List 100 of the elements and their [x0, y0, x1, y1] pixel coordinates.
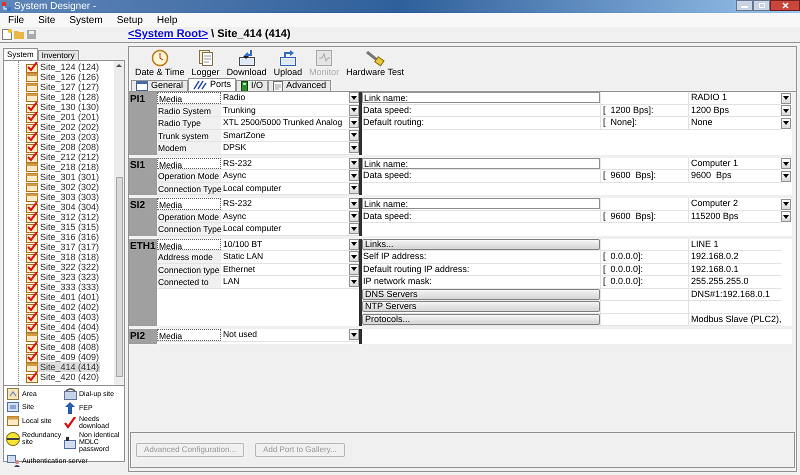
person-computer-icon [6, 455, 20, 467]
toolbar-button[interactable]: Logger [192, 49, 220, 77]
tree-item[interactable]: Site_312 (312) [26, 212, 100, 222]
tree-item[interactable]: Site_124 (124) [26, 62, 100, 72]
tree-item[interactable]: Site_127 (127) [26, 82, 100, 92]
tree-item[interactable]: Site_405 (405) [26, 332, 100, 342]
tree-item[interactable]: Site_402 (402) [26, 302, 100, 312]
menu-item[interactable]: File [8, 12, 24, 28]
new-file-icon[interactable] [2, 29, 12, 40]
toolbar-button[interactable]: Upload [274, 49, 302, 77]
tree-item[interactable]: Site_316 (316) [26, 232, 100, 242]
setting-value[interactable]: RS-232 [221, 197, 349, 210]
scroll-up-arrow-icon[interactable] [116, 63, 122, 67]
site-check-icon [26, 222, 38, 232]
tree-item[interactable]: Site_401 (401) [26, 292, 100, 302]
setting-value[interactable]: SmartZone [221, 128, 349, 142]
tree-item[interactable]: Site_333 (333) [26, 282, 100, 292]
tree-item[interactable]: Site_318 (318) [26, 252, 100, 262]
minimize-button[interactable] [736, 0, 753, 11]
tree-item[interactable]: Site_208 (208) [26, 142, 100, 152]
up-arrow-icon [63, 402, 77, 414]
link-button[interactable]: Links... [362, 238, 600, 250]
tab[interactable]: General [131, 80, 188, 91]
toolbar-button[interactable]: Date & Time [135, 49, 185, 77]
port-label: PI2 [130, 331, 146, 342]
setting-name: Connection Type [157, 182, 221, 194]
tree-item[interactable]: Site_302 (302) [26, 182, 100, 192]
menu-item[interactable]: Site [38, 12, 56, 28]
tree-item[interactable]: Site_128 (128) [26, 92, 100, 102]
toolbar-button[interactable]: Hardware Test [346, 49, 404, 77]
tab[interactable]: I/O [236, 80, 268, 91]
tree-item[interactable]: Site_408 (408) [26, 342, 100, 352]
table-cell: Computer 2 [688, 198, 781, 210]
port-label: SI2 [130, 200, 146, 211]
close-button[interactable] [770, 0, 800, 11]
setting-name: Radio System [157, 104, 221, 116]
side-tab[interactable]: System [3, 48, 38, 60]
tree-item[interactable]: Site_317 (317) [26, 242, 100, 252]
setting-value[interactable]: XTL 2500/5000 Trunked Analog [221, 116, 349, 130]
tree-item[interactable]: Site_130 (130) [26, 102, 100, 112]
tree-item[interactable]: Site_126 (126) [26, 72, 100, 82]
link-button[interactable]: Protocols... [362, 314, 600, 325]
setting-value[interactable]: Not used [221, 328, 349, 342]
tree-item[interactable]: Site_202 (202) [26, 122, 100, 132]
tree-item[interactable]: Site_201 (201) [26, 112, 100, 122]
tree-item[interactable]: Site_404 (404) [26, 322, 100, 332]
table-cell: [ None]: [600, 117, 688, 130]
setting-value[interactable]: Local computer [221, 222, 349, 236]
site-check-icon [26, 132, 38, 142]
toolbar-button[interactable]: Download [226, 49, 267, 77]
link-button[interactable]: DNS Servers [362, 288, 600, 300]
tree-item[interactable]: Site_322 (322) [26, 262, 100, 272]
setting-value[interactable]: Trunking [221, 104, 349, 117]
tree-item[interactable]: Site_212 (212) [26, 152, 100, 162]
setting-value[interactable]: Local computer [221, 182, 349, 195]
scrollbar[interactable] [114, 61, 124, 385]
setting-value[interactable]: Async [221, 210, 349, 223]
setting-value[interactable]: Radio [221, 91, 349, 104]
window-icon [136, 81, 148, 91]
link-button[interactable]: NTP Servers [362, 301, 600, 312]
menu-item[interactable]: System [69, 12, 103, 28]
link-label: Data speed: [362, 210, 413, 223]
port-label: ETH1 [130, 240, 156, 252]
tree-item[interactable]: Site_403 (403) [26, 312, 100, 322]
side-tab[interactable]: Inventory [38, 50, 79, 60]
tree-item[interactable]: Site_301 (301) [26, 172, 100, 182]
table-cell: 1200 Bps [688, 104, 781, 117]
setting-value[interactable]: Static LAN [221, 250, 349, 264]
link-name-field[interactable]: Link name: [362, 198, 600, 210]
setting-value[interactable]: 10/100 BT [221, 238, 349, 251]
tree-item[interactable]: Site_409 (409) [26, 352, 100, 362]
tree-item[interactable]: Site_203 (203) [26, 132, 100, 142]
setting-name: Modem [157, 142, 221, 154]
menu-item[interactable]: Setup [116, 12, 143, 28]
link-name-field[interactable]: Link name: [362, 92, 600, 104]
setting-value[interactable]: Ethernet [221, 262, 349, 276]
tree-item[interactable]: Site_414 (414) [26, 362, 100, 372]
setting-value[interactable]: Async [221, 169, 349, 182]
tab[interactable]: Advanced [268, 80, 332, 91]
tree-item[interactable]: Site_303 (303) [26, 192, 100, 202]
tree-item[interactable]: Site_218 (218) [26, 162, 100, 172]
breadcrumb-link[interactable]: <System Root> [128, 26, 208, 43]
phone-site-icon [63, 388, 77, 400]
tab[interactable]: Ports [188, 78, 236, 91]
tree-item[interactable]: Site_315 (315) [26, 222, 100, 232]
link-name-field[interactable]: Link name: [362, 158, 600, 169]
link-label: Data speed: [362, 169, 413, 182]
area-icon [6, 388, 20, 400]
plug-icon [365, 49, 386, 67]
tree-item[interactable]: Site_304 (304) [26, 202, 100, 212]
menu-item[interactable]: Help [156, 12, 178, 28]
setting-value[interactable]: LAN [221, 275, 349, 288]
maximize-button[interactable] [753, 0, 770, 11]
setting-value[interactable]: RS-232 [221, 156, 349, 170]
tree-item[interactable]: Site_420 (420) [26, 372, 100, 382]
setting-value[interactable]: DPSK [221, 141, 349, 154]
link-label: Self IP address: [362, 250, 428, 263]
site-icon [26, 192, 38, 202]
port-label: PI1 [130, 94, 146, 105]
tree-item[interactable]: Site_323 (323) [26, 272, 100, 282]
